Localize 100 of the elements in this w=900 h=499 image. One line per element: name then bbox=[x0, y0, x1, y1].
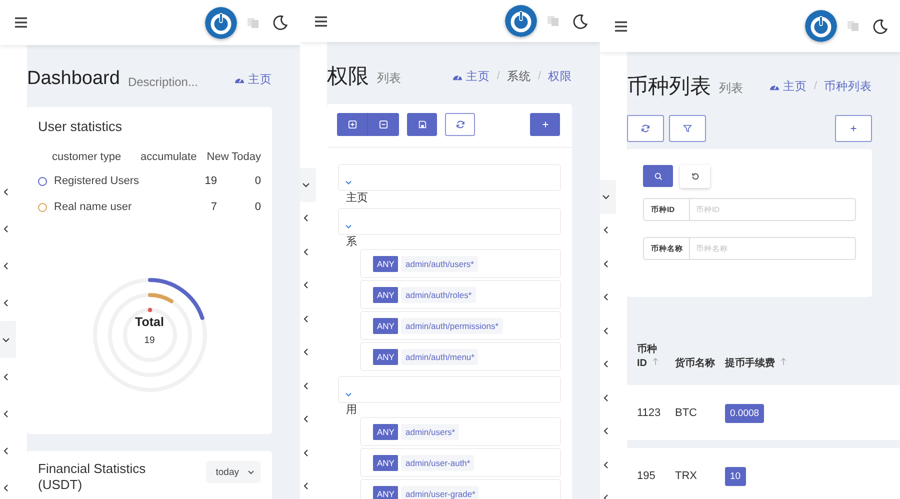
chevron-left-icon bbox=[602, 326, 610, 335]
breadcrumb-link[interactable]: 系统 bbox=[506, 68, 531, 84]
collapse-button[interactable] bbox=[368, 113, 399, 136]
tree-child-node[interactable]: ANY admin/auth/permissions* bbox=[360, 311, 561, 340]
table-cell-text: 19 bbox=[204, 175, 217, 187]
refresh-button[interactable] bbox=[445, 113, 475, 136]
route-path: admin/auth/roles* bbox=[401, 286, 476, 302]
method-badge: ANY bbox=[373, 318, 398, 334]
route-path: admin/user-grade* bbox=[401, 486, 480, 499]
refresh-icon bbox=[456, 120, 464, 129]
tree-node-label: 主页 bbox=[345, 191, 369, 205]
power-logo-icon[interactable] bbox=[505, 5, 537, 37]
chevron-left-icon bbox=[2, 298, 10, 306]
sidebar-item[interactable] bbox=[300, 168, 316, 202]
reset-icon bbox=[690, 172, 700, 181]
translate-icon[interactable] bbox=[847, 20, 859, 32]
chevron-left-icon bbox=[302, 415, 310, 424]
route-path: admin/auth/menu* bbox=[401, 348, 478, 364]
table-cell-text: 195 bbox=[637, 470, 656, 482]
total-label: Total bbox=[135, 315, 164, 329]
add-button[interactable] bbox=[835, 115, 872, 142]
fee-badge: 10 bbox=[725, 466, 746, 486]
method-badge: ANY bbox=[373, 348, 398, 364]
chevron-left-icon bbox=[302, 348, 310, 356]
tree-child-node[interactable]: ANY admin/auth/users* bbox=[360, 249, 561, 278]
tree-child-node[interactable]: ANY admin/users* bbox=[360, 417, 561, 446]
power-logo-icon[interactable] bbox=[805, 10, 837, 42]
period-select[interactable]: today bbox=[206, 461, 261, 483]
refresh-button[interactable] bbox=[627, 115, 664, 142]
tree-child-node[interactable]: ANY admin/user-grade* bbox=[360, 479, 561, 499]
tree-node-label: 用 bbox=[345, 403, 358, 417]
tree-node[interactable] bbox=[338, 208, 561, 235]
chevron-left-icon bbox=[602, 460, 610, 469]
page-title: 币种列表 bbox=[627, 74, 711, 100]
tree-node[interactable] bbox=[338, 376, 561, 403]
plus-icon bbox=[849, 124, 858, 133]
filter-button[interactable] bbox=[669, 115, 706, 142]
sidebar-item[interactable] bbox=[600, 180, 616, 214]
column-header[interactable]: 币种 ID bbox=[637, 343, 669, 371]
chevron-left-icon bbox=[602, 360, 610, 368]
menu-icon[interactable] bbox=[615, 20, 627, 32]
page-subtitle: 列表 bbox=[719, 80, 743, 97]
chevron-left-icon bbox=[2, 262, 10, 270]
plus-icon bbox=[540, 120, 550, 129]
moon-icon[interactable] bbox=[873, 18, 888, 34]
breadcrumb-link[interactable]: 主页 bbox=[466, 68, 490, 84]
refresh-icon bbox=[641, 124, 650, 133]
reset-button[interactable] bbox=[680, 165, 710, 188]
tree-child-node[interactable]: ANY admin/user-auth* bbox=[360, 448, 561, 477]
breadcrumb-link[interactable]: 主页 bbox=[782, 78, 807, 94]
menu-icon[interactable] bbox=[315, 16, 327, 26]
column-header: customer type bbox=[51, 151, 122, 163]
route-path: admin/auth/users* bbox=[401, 256, 478, 272]
total-value: 19 bbox=[144, 335, 155, 346]
column-header[interactable]: 货币名称 bbox=[675, 357, 725, 371]
breadcrumb-separator: / bbox=[538, 70, 541, 82]
method-badge: ANY bbox=[373, 286, 398, 302]
sidebar-item[interactable] bbox=[0, 321, 16, 358]
minus-square-icon bbox=[379, 120, 388, 129]
chevron-left-icon bbox=[602, 226, 610, 234]
chevron-down-icon bbox=[345, 180, 352, 185]
translate-icon[interactable] bbox=[547, 15, 559, 27]
method-badge: ANY bbox=[373, 256, 398, 272]
tree-node[interactable] bbox=[338, 164, 561, 191]
breadcrumb-link[interactable]: 币种列表 bbox=[824, 78, 872, 94]
page-description: Description... bbox=[128, 74, 198, 88]
translate-icon[interactable] bbox=[247, 16, 259, 28]
add-button[interactable] bbox=[530, 113, 560, 136]
search-icon bbox=[654, 172, 662, 180]
table-cell-text: Registered Users bbox=[54, 175, 140, 187]
chevron-left-icon bbox=[302, 448, 310, 457]
route-path: admin/users* bbox=[401, 424, 460, 440]
moon-icon[interactable] bbox=[573, 14, 588, 28]
expand-button[interactable] bbox=[337, 113, 368, 136]
breadcrumb-link[interactable]: 主页 bbox=[248, 72, 272, 86]
route-path: admin/auth/permissions* bbox=[401, 318, 503, 334]
chevron-left-icon bbox=[2, 188, 10, 196]
sort-arrow-icon bbox=[652, 357, 659, 366]
page-title: Dashboard bbox=[27, 68, 120, 90]
save-button[interactable] bbox=[407, 113, 437, 136]
breadcrumb-separator: / bbox=[496, 70, 500, 82]
chevron-down-icon bbox=[345, 392, 352, 397]
chevron-left-icon bbox=[2, 410, 10, 418]
column-header: New Today bbox=[206, 151, 261, 163]
power-logo-icon[interactable] bbox=[205, 6, 237, 38]
table-cell-text: TRX bbox=[675, 470, 698, 482]
chevron-down-icon bbox=[2, 336, 10, 344]
search-button[interactable] bbox=[643, 165, 673, 187]
menu-icon[interactable] bbox=[15, 17, 27, 28]
moon-icon[interactable] bbox=[273, 15, 288, 30]
tree-child-node[interactable]: ANY admin/auth/roles* bbox=[360, 280, 561, 309]
chevron-left-icon bbox=[302, 214, 310, 222]
table-cell-text: 0 bbox=[254, 175, 261, 187]
sort-arrow-icon bbox=[780, 357, 787, 366]
breadcrumb-link[interactable]: 权限 bbox=[548, 68, 572, 84]
chevron-left-icon bbox=[302, 248, 310, 256]
column-header[interactable]: 提币手续费 bbox=[725, 357, 872, 371]
plus-square-icon bbox=[348, 120, 356, 129]
tree-child-node[interactable]: ANY admin/auth/menu* bbox=[360, 342, 561, 371]
method-badge: ANY bbox=[373, 454, 398, 470]
